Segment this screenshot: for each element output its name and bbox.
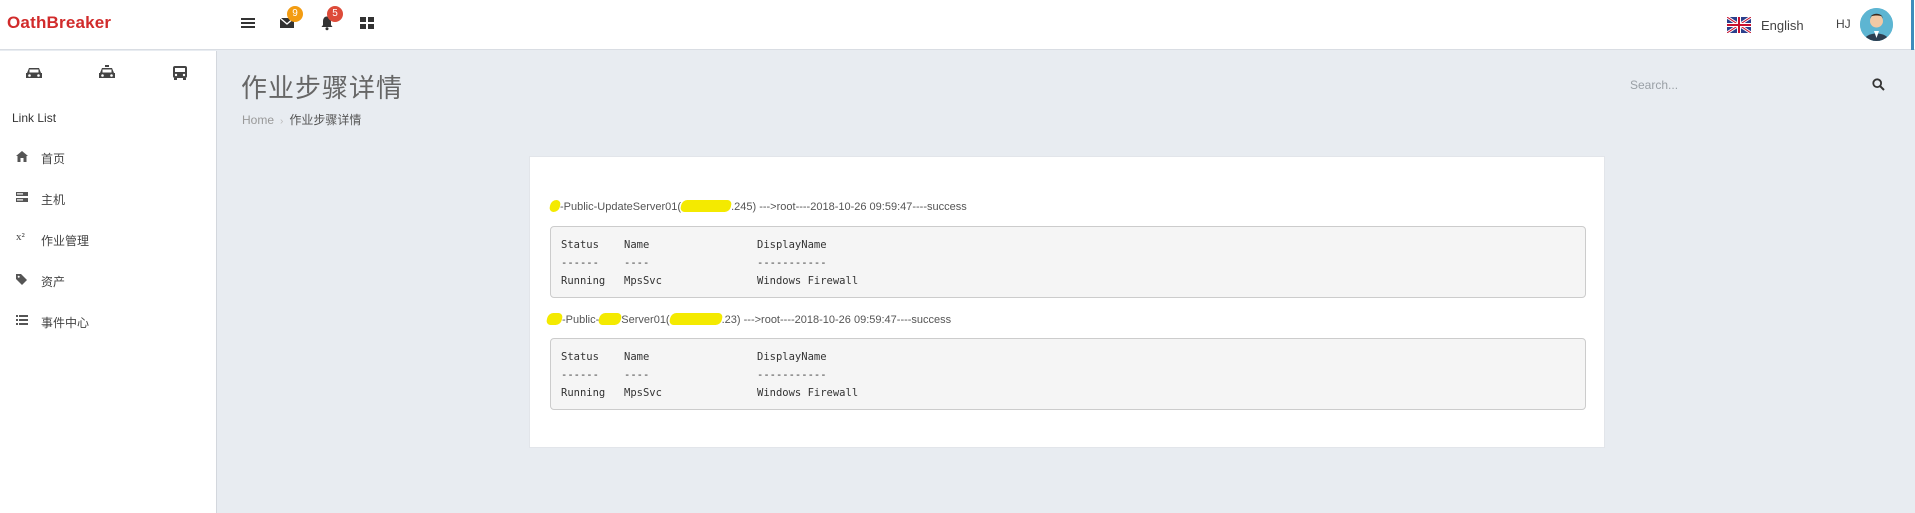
output-header-row: Status Name DisplayName xyxy=(561,351,1585,369)
separator-displayname: ----------- xyxy=(757,257,827,269)
breadcrumb: Home › 作业步骤详情 xyxy=(242,111,361,128)
sidebar-item-label: 作业管理 xyxy=(41,234,90,248)
column-header-name: Name xyxy=(624,351,650,363)
column-header-displayname: DisplayName xyxy=(757,351,827,363)
step-host: -Public-UpdateServer01( xyxy=(560,201,682,213)
step-host: -Public- xyxy=(562,314,600,326)
sidebar-item-hosts[interactable]: 主机 xyxy=(0,181,216,215)
output-separator-row: ------ ---- ----------- xyxy=(561,369,1585,387)
column-header-status: Status xyxy=(561,351,599,363)
tag-icon xyxy=(16,274,30,286)
step-ip-tail: .245) xyxy=(731,201,757,213)
uk-flag-icon xyxy=(1727,17,1751,33)
notifications-count-badge: 5 xyxy=(327,6,343,22)
step-output: Status Name DisplayName ------ ---- ----… xyxy=(550,226,1586,298)
output-data-row: Running MpsSvc Windows Firewall xyxy=(561,387,1585,405)
brand-logo[interactable]: OathBreaker xyxy=(7,13,111,33)
column-header-displayname: DisplayName xyxy=(757,239,827,251)
sidebar-item-label: 首页 xyxy=(41,152,66,166)
link-list-title: Link List xyxy=(12,111,57,125)
search-bar xyxy=(1622,74,1892,96)
notifications-button[interactable]: 5 xyxy=(319,6,343,33)
user-initials[interactable]: HJ xyxy=(1836,17,1851,31)
redacted-ip xyxy=(668,313,723,325)
sidebar-item-job-management[interactable]: x² 作业管理 xyxy=(0,222,216,256)
sidebar-item-label: 主机 xyxy=(41,193,66,207)
cell-status: Running xyxy=(561,275,606,287)
step-header: -Public-UpdateServer01( .245) --->root---… xyxy=(548,200,967,213)
breadcrumb-home-link[interactable]: Home xyxy=(242,113,274,127)
job-step-panel: -Public-UpdateServer01( .245) --->root---… xyxy=(529,156,1605,448)
redacted-ip xyxy=(679,200,733,212)
sidebar-item-assets[interactable]: 资产 xyxy=(0,263,216,297)
cell-displayname: Windows Firewall xyxy=(757,387,859,399)
grid-icon[interactable] xyxy=(359,15,377,33)
hamburger-icon[interactable] xyxy=(240,15,258,33)
step-header: -Public- Server01( .23) --->root----2018-1… xyxy=(545,313,952,326)
car-icon[interactable] xyxy=(24,65,44,81)
messages-count-badge: 9 xyxy=(287,6,303,22)
separator-status: ------ xyxy=(561,257,599,269)
home-icon xyxy=(16,151,30,163)
column-header-name: Name xyxy=(624,239,650,251)
cell-name: MpsSvc xyxy=(624,275,662,287)
output-separator-row: ------ ---- ----------- xyxy=(561,257,1585,275)
separator-displayname: ----------- xyxy=(757,369,827,381)
sidebar-item-label: 资产 xyxy=(41,275,66,289)
taxi-icon[interactable] xyxy=(97,65,117,81)
step-info: --->root----2018-10-26 09:59:47----succe… xyxy=(756,201,967,213)
step-host-mid: Server01( xyxy=(621,314,670,326)
cell-displayname: Windows Firewall xyxy=(757,275,859,287)
separator-name: ---- xyxy=(624,369,650,381)
search-icon[interactable] xyxy=(1872,78,1886,92)
search-input[interactable] xyxy=(1622,74,1862,96)
separator-status: ------ xyxy=(561,369,599,381)
list-icon xyxy=(16,315,30,327)
redacted-host-mid xyxy=(598,313,623,325)
sidebar: Link List 首页 主机 x² 作业管理 资产 事件中心 xyxy=(0,51,217,513)
cell-status: Running xyxy=(561,387,606,399)
page-title: 作业步骤详情 xyxy=(241,73,404,103)
step-info: --->root----2018-10-26 09:59:47----succe… xyxy=(740,314,952,326)
top-navbar: OathBreaker 9 5 English HJ xyxy=(0,0,1915,50)
step-ip-tail: .23) xyxy=(721,314,741,326)
output-header-row: Status Name DisplayName xyxy=(561,239,1585,257)
user-avatar[interactable] xyxy=(1860,8,1893,41)
breadcrumb-separator: › xyxy=(280,116,284,127)
server-icon xyxy=(16,192,30,204)
language-label: English xyxy=(1761,18,1804,33)
breadcrumb-current: 作业步骤详情 xyxy=(289,113,362,127)
accent-edge xyxy=(1911,0,1914,50)
redacted-host-prefix xyxy=(545,313,564,325)
column-header-status: Status xyxy=(561,239,599,251)
cell-name: MpsSvc xyxy=(624,387,662,399)
output-data-row: Running MpsSvc Windows Firewall xyxy=(561,275,1585,293)
messages-button[interactable]: 9 xyxy=(279,6,303,33)
step-output: Status Name DisplayName ------ ---- ----… xyxy=(550,338,1586,410)
bus-icon[interactable] xyxy=(170,65,190,81)
sidebar-item-event-center[interactable]: 事件中心 xyxy=(0,304,216,338)
sidebar-item-label: 事件中心 xyxy=(41,316,90,330)
superscript-icon: x² xyxy=(16,231,25,243)
sidebar-item-home[interactable]: 首页 xyxy=(0,140,216,174)
separator-name: ---- xyxy=(624,257,650,269)
